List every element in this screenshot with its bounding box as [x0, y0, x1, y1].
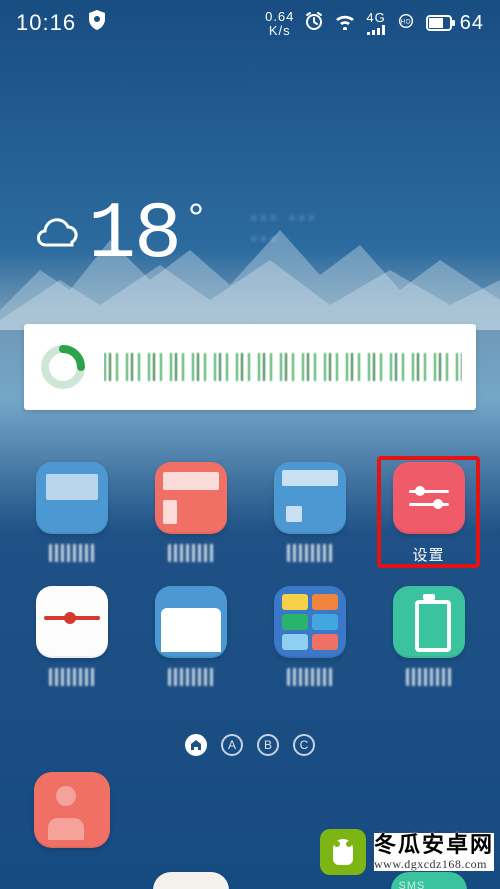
- app-settings[interactable]: 设置: [379, 458, 478, 566]
- net-speed: 0.64 K/s: [265, 10, 294, 37]
- weather-app-icon: [36, 462, 108, 534]
- battery-icon: 64: [426, 12, 484, 35]
- pager-home[interactable]: [185, 734, 207, 756]
- watermark-logo-icon: [320, 829, 366, 875]
- wifi-icon: [334, 12, 356, 35]
- watermark-title: 冬瓜安卓网: [374, 833, 494, 857]
- shield-icon: [88, 10, 106, 36]
- watermark: 冬瓜安卓网 www.dgxcdz168.com: [314, 825, 500, 879]
- gallery-app-icon: [155, 586, 227, 658]
- app-calendar[interactable]: [143, 462, 238, 562]
- radio-app-icon: [36, 586, 108, 658]
- alarm-icon: [304, 11, 324, 36]
- watermark-url: www.dgxcdz168.com: [374, 858, 494, 871]
- app-label: [287, 668, 333, 686]
- settings-app-icon: [393, 462, 465, 534]
- calculator-app-icon: [274, 462, 346, 534]
- search-card[interactable]: [24, 324, 476, 410]
- camera-icon: [153, 872, 229, 889]
- temperature-value: 18: [88, 190, 180, 281]
- app-label: [49, 544, 95, 562]
- svg-text:HD: HD: [400, 18, 411, 25]
- temperature-unit: °: [184, 198, 206, 243]
- app-label: 设置: [406, 544, 452, 562]
- battery-app-icon: [393, 586, 465, 658]
- app-label: [406, 668, 452, 686]
- app-label: [287, 544, 333, 562]
- pager-dot-b[interactable]: B: [257, 734, 279, 756]
- app-grid: 设置: [24, 462, 476, 686]
- dock-camera[interactable]: [143, 872, 238, 889]
- app-calculator[interactable]: [262, 462, 357, 562]
- app-gallery[interactable]: [143, 586, 238, 686]
- app-radio[interactable]: [24, 586, 119, 686]
- cloud-icon: [34, 210, 84, 260]
- search-placeholder: [104, 352, 462, 382]
- pager-dot-a[interactable]: A: [221, 734, 243, 756]
- weather-detail: ··· ··· ···: [249, 208, 316, 250]
- mobile-network: 4G: [366, 11, 385, 35]
- folder-app-icon: [274, 586, 346, 658]
- status-bar: 10:16 0.64 K/s 4G HD: [0, 0, 500, 46]
- app-label: [49, 668, 95, 686]
- weather-clock-widget[interactable]: 18 ° ··· ··· ···: [34, 190, 334, 280]
- progress-ring-icon: [38, 342, 88, 392]
- home-screen: 10:16 0.64 K/s 4G HD: [0, 0, 500, 889]
- app-label: [168, 544, 214, 562]
- clock-text: 10:16: [16, 10, 76, 36]
- app-battery[interactable]: [381, 586, 476, 686]
- app-label: [168, 668, 214, 686]
- page-indicator: A B C: [0, 734, 500, 756]
- app-weather[interactable]: [24, 462, 119, 562]
- calendar-app-icon: [155, 462, 227, 534]
- hd-icon: HD: [396, 13, 416, 34]
- dock-contacts[interactable]: [24, 772, 119, 848]
- app-folder[interactable]: [262, 586, 357, 686]
- pager-dot-c[interactable]: C: [293, 734, 315, 756]
- contacts-icon: [34, 772, 110, 848]
